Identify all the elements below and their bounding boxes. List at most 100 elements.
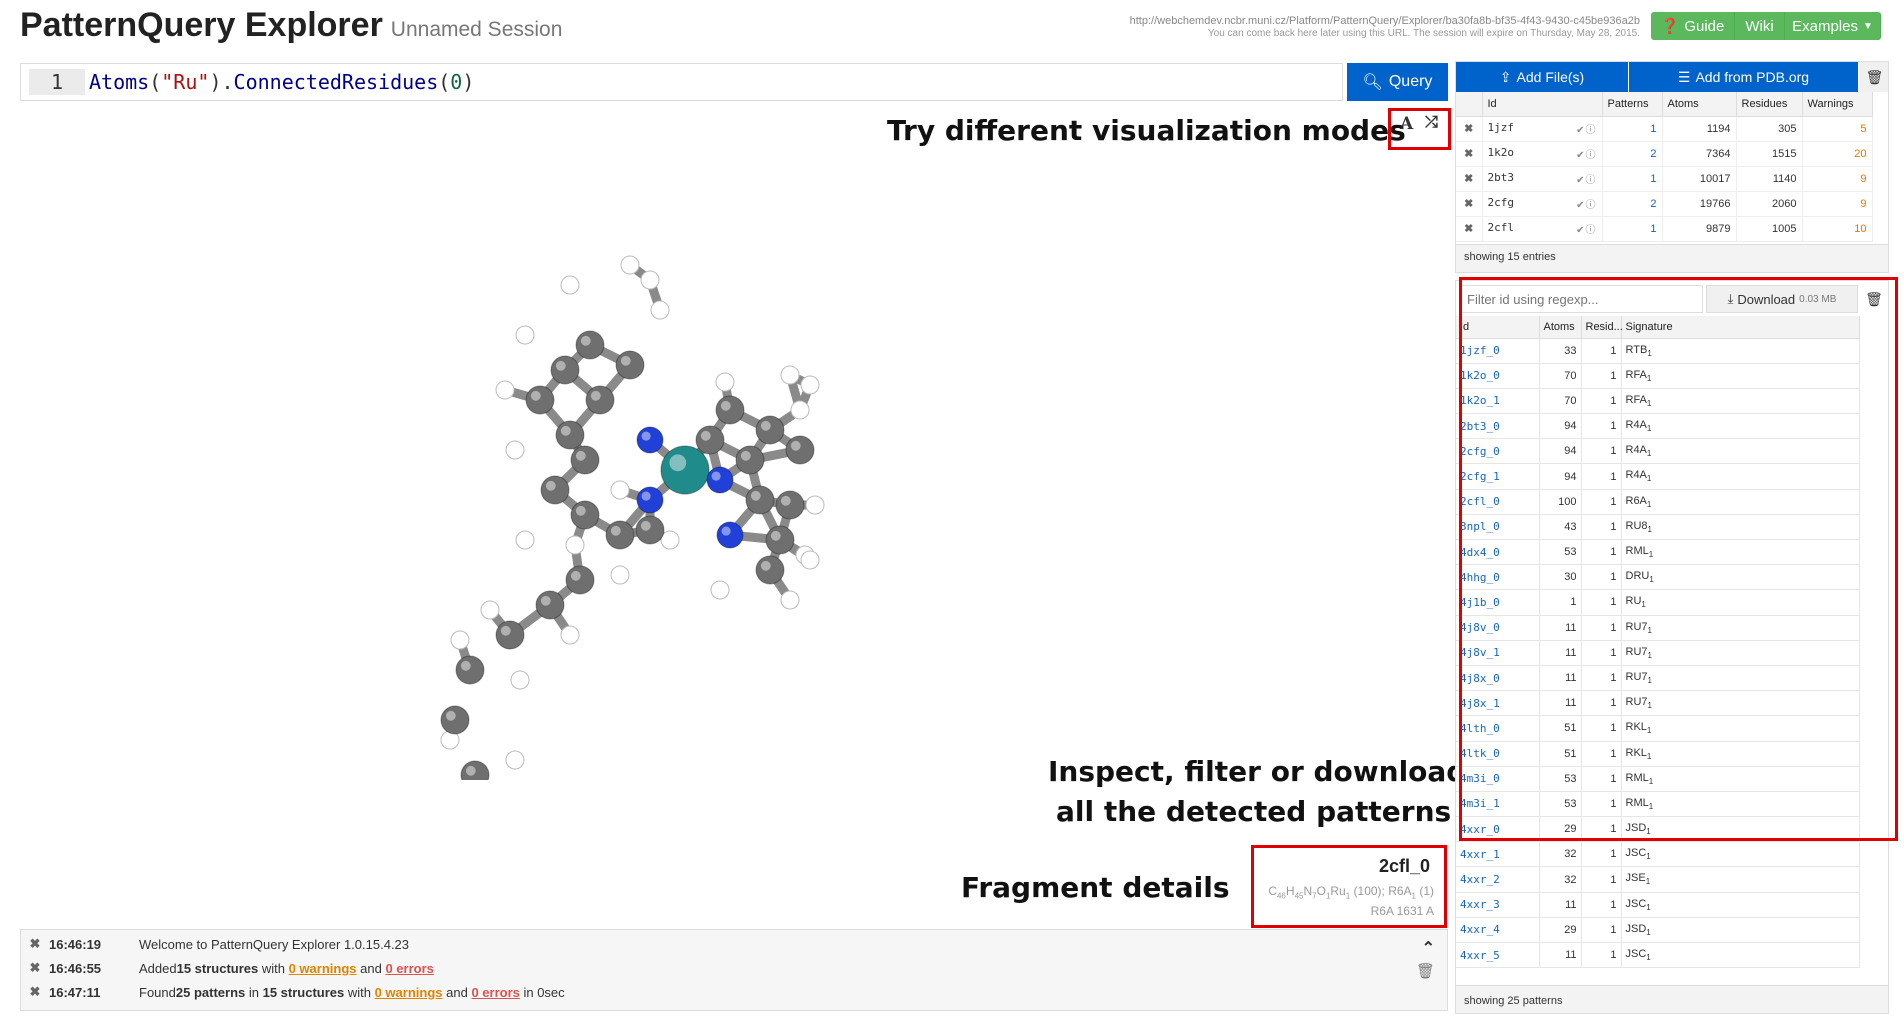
carbon-atom[interactable] [525, 385, 555, 415]
table-row[interactable]: 4xxr_3 11 1 JSC1 [1456, 892, 1860, 918]
table-row[interactable]: 4xxr_5 11 1 JSC1 [1456, 942, 1860, 969]
carbon-atom[interactable] [540, 475, 570, 505]
remove-icon[interactable]: ✖ [1456, 166, 1483, 192]
warnings-link[interactable]: 0 warnings [375, 985, 443, 1000]
hydrogen-atom[interactable] [780, 590, 800, 610]
hydrogen-atom[interactable] [505, 440, 525, 460]
hydrogen-atom[interactable] [650, 300, 670, 320]
close-icon[interactable]: ✖ [21, 960, 49, 976]
query-text[interactable]: Atoms("Ru").ConnectedResidues(0) [89, 70, 474, 94]
trash-icon[interactable]: 🗑︎ [1416, 962, 1435, 980]
nitrogen-atom[interactable] [706, 466, 734, 494]
column-header[interactable]: Residues [1736, 92, 1803, 117]
errors-link[interactable]: 0 errors [385, 961, 433, 976]
close-icon[interactable]: ✖ [21, 936, 49, 952]
remove-icon[interactable]: ✖ [1456, 191, 1483, 217]
hydrogen-atom[interactable] [620, 255, 640, 275]
shuffle-icon[interactable]: ⤮ [1425, 114, 1438, 132]
hydrogen-atom[interactable] [560, 275, 580, 295]
trash-icon[interactable]: 🗑︎ [1859, 62, 1888, 92]
carbon-atom[interactable] [570, 445, 600, 475]
table-row[interactable]: 4xxr_1 32 1 JSC1 [1456, 841, 1860, 868]
hydrogen-atom[interactable] [710, 580, 730, 600]
hydrogen-atom[interactable] [800, 375, 820, 395]
column-header[interactable]: Atoms [1662, 92, 1737, 117]
status-icons[interactable]: ✔ⓘ [1576, 146, 1596, 161]
status-icons[interactable]: ✔ⓘ [1576, 171, 1596, 186]
hydrogen-atom[interactable] [790, 400, 810, 420]
hydrogen-atom[interactable] [510, 670, 530, 690]
hydrogen-atom[interactable] [565, 535, 585, 555]
hydrogen-atom[interactable] [640, 270, 660, 290]
query-button[interactable]: 🔍︎ Query [1347, 63, 1448, 101]
carbon-atom[interactable] [755, 415, 785, 445]
carbon-atom[interactable] [440, 705, 470, 735]
table-row[interactable]: ✖ 2cfg ✔ⓘ 2 19766 2060 9 [1456, 191, 1873, 217]
ruthenium-atom[interactable] [660, 445, 710, 495]
hydrogen-atom[interactable] [610, 480, 630, 500]
carbon-atom[interactable] [745, 485, 775, 515]
hydrogen-atom[interactable] [450, 630, 470, 650]
column-header[interactable]: Patterns [1602, 92, 1663, 117]
carbon-atom[interactable] [535, 590, 565, 620]
carbon-atom[interactable] [765, 525, 795, 555]
column-header[interactable]: Warnings [1802, 92, 1873, 117]
label-mode-icon[interactable]: A [1400, 114, 1413, 134]
carbon-atom[interactable] [555, 420, 585, 450]
hydrogen-atom[interactable] [515, 325, 535, 345]
remove-icon[interactable]: ✖ [1456, 116, 1483, 142]
carbon-atom[interactable] [785, 435, 815, 465]
warnings-link[interactable]: 0 warnings [289, 961, 357, 976]
molecule-3d-view[interactable] [300, 160, 1100, 780]
nitrogen-atom[interactable] [636, 486, 664, 514]
table-row[interactable]: ✖ 1k2o ✔ⓘ 2 7364 1515 20 [1456, 141, 1873, 167]
examples-dropdown-button[interactable]: Examples ▼ [1785, 12, 1881, 40]
carbon-atom[interactable] [550, 355, 580, 385]
column-header[interactable]: Id [1482, 92, 1603, 117]
carbon-atom[interactable] [565, 565, 595, 595]
close-icon[interactable]: ✖ [21, 984, 49, 1000]
carbon-atom[interactable] [585, 385, 615, 415]
carbon-atom[interactable] [775, 490, 805, 520]
carbon-atom[interactable] [570, 500, 600, 530]
carbon-atom[interactable] [455, 655, 485, 685]
nitrogen-atom[interactable] [716, 521, 744, 549]
status-icons[interactable]: ✔ⓘ [1576, 196, 1596, 211]
hydrogen-atom[interactable] [715, 372, 735, 392]
hydrogen-atom[interactable] [560, 625, 580, 645]
guide-button[interactable]: ❓ Guide [1651, 12, 1735, 40]
table-row[interactable]: ✖ 2cfl ✔ⓘ 1 9879 1005 10 [1456, 216, 1873, 242]
wiki-button[interactable]: Wiki [1735, 12, 1785, 40]
table-row[interactable]: ✖ 1jzf ✔ⓘ 1 1194 305 5 [1456, 116, 1873, 142]
add-from-pdb-button[interactable]: ☰ Add from PDB.org [1629, 62, 1858, 92]
add-files-button[interactable]: ⇪ Add File(s) [1456, 62, 1628, 92]
carbon-atom[interactable] [605, 520, 635, 550]
status-icons[interactable]: ✔ⓘ [1576, 121, 1596, 136]
hydrogen-atom[interactable] [780, 365, 800, 385]
nitrogen-atom[interactable] [636, 426, 664, 454]
hydrogen-atom[interactable] [805, 495, 825, 515]
carbon-atom[interactable] [695, 425, 725, 455]
carbon-atom[interactable] [715, 395, 745, 425]
errors-link[interactable]: 0 errors [471, 985, 519, 1000]
hydrogen-atom[interactable] [505, 750, 525, 770]
hydrogen-atom[interactable] [480, 600, 500, 620]
hydrogen-atom[interactable] [800, 550, 820, 570]
session-url[interactable]: http://webchemdev.ncbr.muni.cz/Platform/… [1130, 14, 1640, 28]
remove-icon[interactable]: ✖ [1456, 216, 1483, 242]
carbon-atom[interactable] [575, 330, 605, 360]
table-row[interactable]: 4xxr_2 32 1 JSE1 [1456, 866, 1860, 893]
remove-icon[interactable]: ✖ [1456, 141, 1483, 167]
query-editor[interactable]: 1 Atoms("Ru").ConnectedResidues(0) [20, 63, 1343, 101]
carbon-atom[interactable] [755, 555, 785, 585]
carbon-atom[interactable] [735, 445, 765, 475]
hydrogen-atom[interactable] [610, 565, 630, 585]
hydrogen-atom[interactable] [515, 530, 535, 550]
carbon-atom[interactable] [495, 620, 525, 650]
chevron-up-icon[interactable]: ⌃ [1422, 938, 1435, 958]
carbon-atom[interactable] [635, 515, 665, 545]
table-row[interactable]: 4xxr_4 29 1 JSD1 [1456, 917, 1860, 944]
status-icons[interactable]: ✔ⓘ [1576, 221, 1596, 236]
hydrogen-atom[interactable] [495, 380, 515, 400]
carbon-atom[interactable] [615, 350, 645, 380]
